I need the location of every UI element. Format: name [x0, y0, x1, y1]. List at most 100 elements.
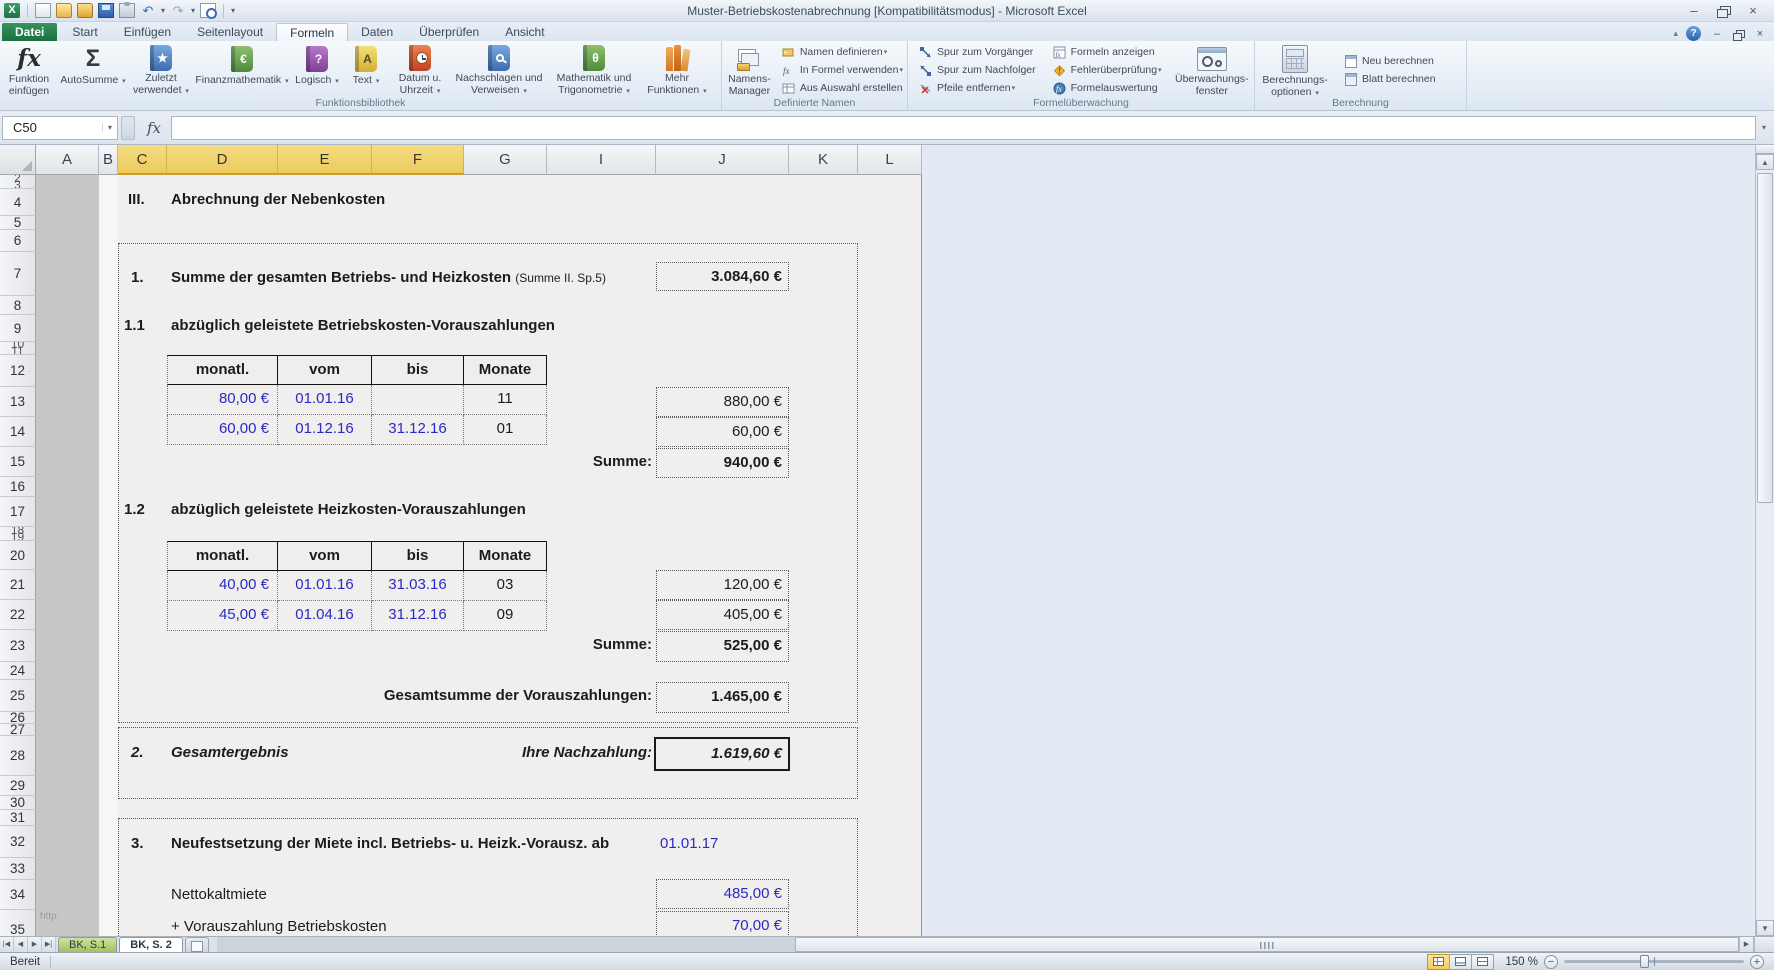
qat-customize-dropdown-icon[interactable]: ▾ [231, 6, 235, 15]
table-cell[interactable]: 01.01.16 [278, 385, 372, 415]
column-a-fill[interactable] [36, 175, 99, 936]
column-header-J[interactable]: J [656, 145, 789, 175]
clipboard-icon[interactable] [119, 2, 135, 18]
formelauswertung-button[interactable]: fx Formelauswertung [1048, 79, 1166, 97]
column-header-A[interactable]: A [36, 145, 99, 175]
namen-definieren-button[interactable]: Namen definieren ▾ [777, 43, 907, 61]
table-cell[interactable]: 03 [464, 571, 547, 601]
row-header-14[interactable]: 14 [0, 417, 36, 447]
scrollbar-split-handle[interactable] [1756, 145, 1774, 154]
table1-sum-label[interactable]: Summe: [520, 453, 652, 470]
pos3-num[interactable]: 3. [131, 835, 144, 852]
table-cell[interactable] [372, 385, 464, 415]
pos3-date[interactable]: 01.01.17 [660, 835, 718, 852]
page-layout-view-button[interactable] [1449, 953, 1472, 970]
undo-icon[interactable]: ↶ [140, 3, 156, 18]
row-header-22[interactable]: 22 [0, 600, 36, 630]
pos1-1-label[interactable]: abzüglich geleistete Betriebskosten-Vora… [171, 317, 555, 334]
close-button[interactable]: × [1744, 2, 1762, 20]
row-header-20[interactable]: 20 [0, 541, 36, 570]
table1-sum-value[interactable]: 940,00 € [656, 448, 789, 478]
text-button[interactable]: A Text ▾ [344, 43, 388, 97]
next-sheet-icon[interactable]: ▶ [28, 937, 42, 952]
row-header-23[interactable]: 23 [0, 630, 36, 662]
scroll-up-icon[interactable]: ▲ [1756, 154, 1774, 170]
row-header-4[interactable]: 4 [0, 189, 36, 216]
row-header-16[interactable]: 16 [0, 477, 36, 497]
table-header-cell[interactable]: Monate [464, 541, 547, 571]
row-header-12[interactable]: 12 [0, 355, 36, 387]
tab-seitenlayout[interactable]: Seitenlayout [184, 23, 276, 41]
table-header-cell[interactable]: Monate [464, 355, 547, 385]
table-cell[interactable]: 31.03.16 [372, 571, 464, 601]
scroll-right-icon[interactable]: ▶ [1739, 937, 1754, 952]
row-header-17[interactable]: 17 [0, 497, 36, 527]
zoom-level[interactable]: 150 % [1500, 956, 1538, 968]
berechnungsoptionen-button[interactable]: Berechnungs-optionen ▾ [1255, 43, 1335, 98]
table-cell[interactable]: 40,00 € [167, 571, 278, 601]
zoom-in-icon[interactable]: + [1750, 954, 1764, 969]
pos2-num[interactable]: 2. [131, 744, 144, 761]
row-header-24[interactable]: 24 [0, 662, 36, 680]
pos1-2-num[interactable]: 1.2 [124, 501, 145, 518]
table-header-cell[interactable]: bis [372, 541, 464, 571]
nachzahlung-label[interactable]: Ihre Nachzahlung: [350, 744, 652, 761]
table-cell[interactable]: 45,00 € [167, 601, 278, 631]
table2-value-2[interactable]: 405,00 € [656, 600, 789, 630]
resize-corner[interactable] [1754, 937, 1774, 952]
table2-sum-value[interactable]: 525,00 € [656, 631, 789, 662]
row-header-31[interactable]: 31 [0, 810, 36, 826]
prev-sheet-icon[interactable]: ◀ [14, 937, 28, 952]
aus-auswahl-erstellen-button[interactable]: Aus Auswahl erstellen [777, 79, 907, 97]
pos1-num[interactable]: 1. [131, 269, 144, 286]
row-header-7[interactable]: 7 [0, 252, 36, 296]
column-header-I[interactable]: I [547, 145, 656, 175]
nachschlagen-button[interactable]: Nachschlagen und Verweisen ▾ [452, 43, 546, 97]
table-cell[interactable]: 01.01.16 [278, 571, 372, 601]
collapse-ribbon-icon[interactable]: ▴ [1673, 28, 1678, 39]
name-box-dropdown-icon[interactable]: ▾ [102, 123, 117, 132]
pos1-2-label[interactable]: abzüglich geleistete Heizkosten-Vorausza… [171, 501, 526, 518]
row-header-21[interactable]: 21 [0, 570, 36, 600]
name-box[interactable]: C50 ▾ [2, 115, 118, 140]
workbook-minimize-button[interactable]: – [1709, 27, 1725, 41]
zoom-slider-thumb[interactable] [1639, 955, 1649, 968]
pos1-label[interactable]: Summe der gesamten Betriebs- und Heizkos… [171, 269, 511, 286]
row-header-25[interactable]: 25 [0, 680, 36, 712]
pos1-1-num[interactable]: 1.1 [124, 317, 145, 334]
pfeile-entfernen-button[interactable]: Pfeile entfernen ▾ [914, 79, 1040, 97]
sheet-tab-bk-s2[interactable]: BK, S. 2 [119, 937, 183, 952]
folder-icon[interactable] [77, 3, 93, 18]
column-header-G[interactable]: G [464, 145, 547, 175]
workbook-close-button[interactable]: × [1752, 27, 1768, 41]
scroll-down-icon[interactable]: ▼ [1756, 920, 1774, 936]
table1-value-1[interactable]: 880,00 € [656, 387, 789, 417]
table-header-cell[interactable]: monatl. [167, 541, 278, 571]
select-all-corner[interactable] [0, 145, 36, 175]
row-header-2-3[interactable]: 23 [0, 175, 36, 189]
row-header-29[interactable]: 29 [0, 776, 36, 796]
table1-value-2[interactable]: 60,00 € [656, 417, 789, 447]
spur-zum-vorgaenger-button[interactable]: Spur zum Vorgänger [914, 43, 1040, 61]
vorauszahlung-label[interactable]: + Vorauszahlung Betriebskosten [171, 918, 387, 935]
table-cell[interactable]: 01.12.16 [278, 415, 372, 445]
column-header-C[interactable]: C [118, 145, 167, 175]
datum-uhrzeit-button[interactable]: Datum u. Uhrzeit ▾ [388, 43, 452, 97]
row-header-32[interactable]: 32 [0, 826, 36, 858]
open-folder-icon[interactable] [56, 3, 72, 18]
column-b-fill[interactable] [99, 175, 118, 936]
ueberwachungsfenster-button[interactable]: Überwachungs-fenster [1170, 43, 1254, 97]
cell-reference[interactable]: C50 [3, 120, 102, 135]
formeln-anzeigen-button[interactable]: fx Formeln anzeigen [1048, 43, 1166, 61]
mehr-funktionen-button[interactable]: Mehr Funktionen ▾ [642, 43, 712, 97]
insert-function-icon[interactable]: fx [147, 119, 161, 137]
gesamtsumme-label[interactable]: Gesamtsumme der Vorauszahlungen: [290, 687, 652, 704]
row-header-18-19[interactable]: 18 19 [0, 527, 36, 541]
sheet-tab-bk-s1[interactable]: BK, S.1 [58, 937, 118, 952]
vorauszahlung-value[interactable]: 70,00 € [656, 911, 789, 936]
table-cell[interactable]: 11 [464, 385, 547, 415]
table-cell[interactable]: 60,00 € [167, 415, 278, 445]
table-header-cell[interactable]: vom [278, 541, 372, 571]
row-header-34[interactable]: 34 [0, 880, 36, 910]
insert-worksheet-icon[interactable] [184, 937, 209, 952]
